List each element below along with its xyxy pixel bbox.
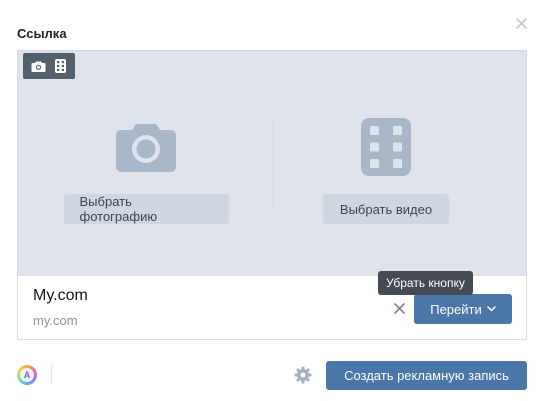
film-icon[interactable]	[51, 57, 69, 75]
video-column: Выбрать видео	[286, 117, 486, 224]
link-title: My.com	[33, 287, 88, 304]
chevron-down-icon	[487, 306, 496, 312]
media-attachment-area: Выбрать фотографию Выбрать видео	[17, 50, 527, 276]
camera-icon	[114, 117, 178, 177]
choose-video-button[interactable]: Выбрать видео	[323, 194, 449, 224]
go-button[interactable]: Перейти	[414, 294, 512, 324]
camera-icon[interactable]	[29, 57, 47, 75]
choose-photo-button[interactable]: Выбрать фотографию	[63, 194, 229, 224]
dialog-title: Ссылка	[17, 26, 67, 41]
media-mode-switch[interactable]	[23, 53, 75, 79]
remove-button-icon[interactable]	[391, 300, 407, 316]
go-button-label: Перейти	[430, 301, 482, 317]
photo-column: Выбрать фотографию	[46, 117, 246, 224]
link-url: my.com	[33, 313, 78, 328]
remove-button-tooltip: Убрать кнопку	[378, 271, 473, 295]
media-divider	[273, 119, 274, 207]
avatar[interactable]: A	[17, 365, 37, 385]
footer-divider	[51, 364, 52, 384]
gear-icon[interactable]	[294, 366, 312, 384]
film-icon	[354, 117, 418, 177]
close-icon[interactable]	[510, 12, 532, 34]
avatar-letter: A	[20, 368, 34, 382]
create-ad-post-button[interactable]: Создать рекламную запись	[326, 361, 527, 390]
